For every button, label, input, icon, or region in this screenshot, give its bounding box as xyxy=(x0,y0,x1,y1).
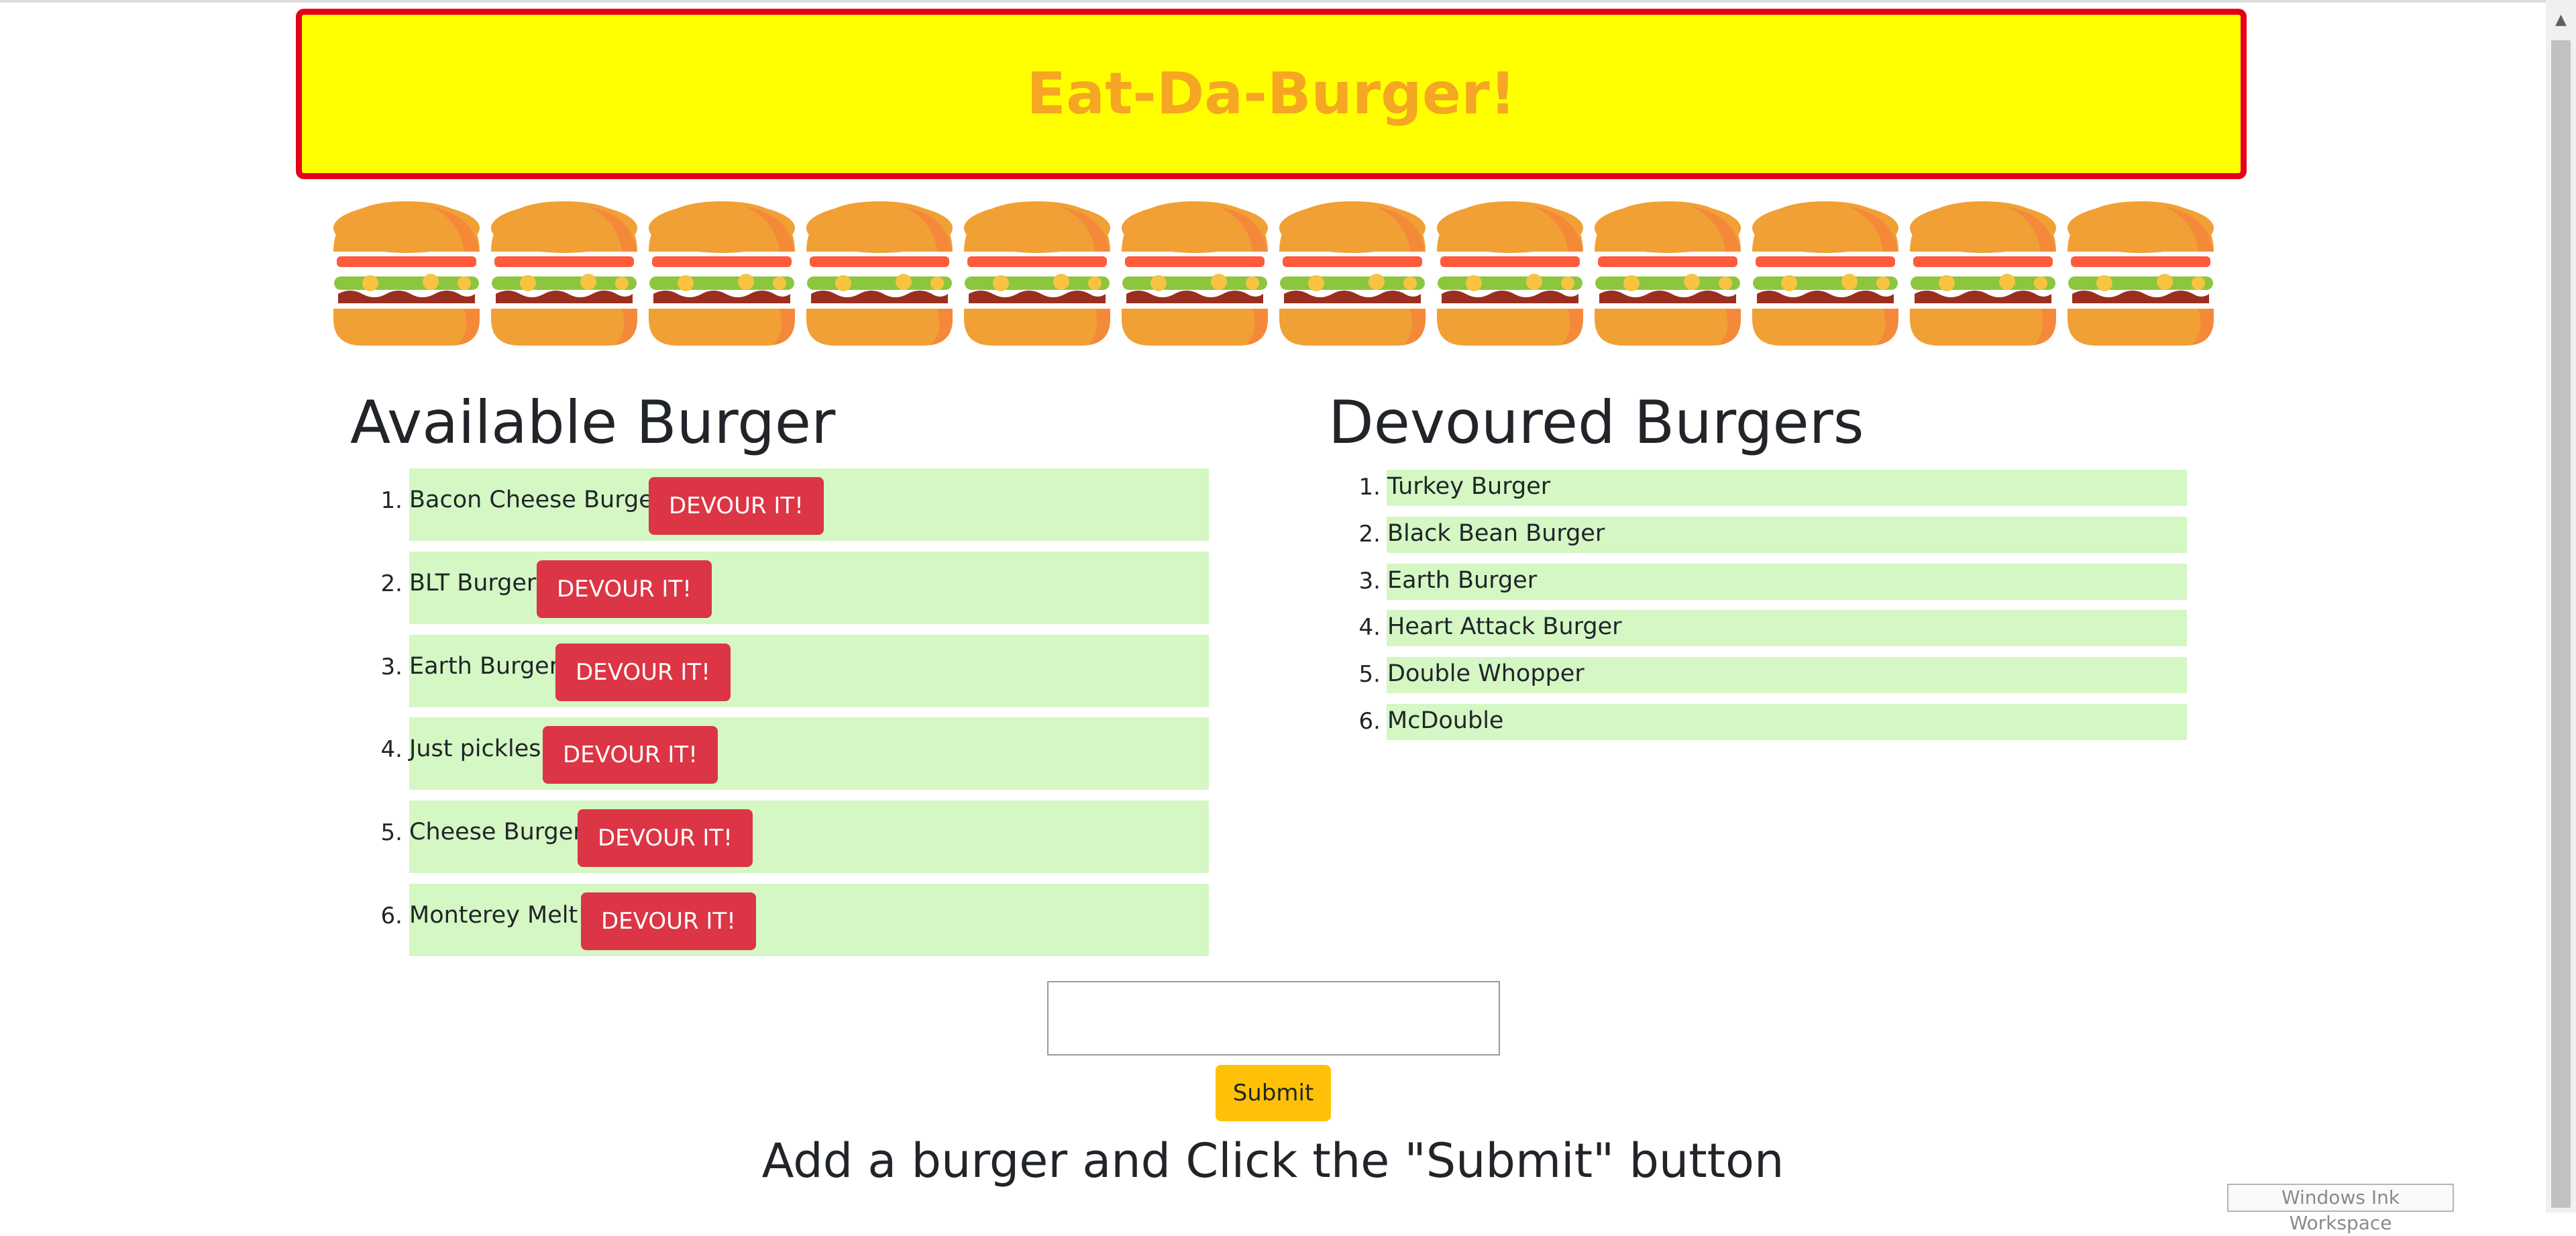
burger-name: Earth Burger xyxy=(1387,567,1538,594)
burger-name: Monterey Melt xyxy=(409,902,578,929)
burger-icon xyxy=(649,201,795,346)
list-number: 5. xyxy=(1358,661,1381,688)
burger-icon xyxy=(1279,201,1426,346)
burger-icon xyxy=(2068,201,2214,346)
list-item xyxy=(1387,704,2187,740)
burger-icon xyxy=(1752,201,1898,346)
list-number: 1. xyxy=(1358,474,1381,501)
burger-name: Heart Attack Burger xyxy=(1387,613,1622,640)
burger-icon xyxy=(1122,201,1268,346)
burger-name: BLT Burger xyxy=(409,570,537,597)
devour-button[interactable]: DEVOUR IT! xyxy=(581,892,756,950)
burger-icon xyxy=(1910,201,2056,346)
scroll-thumb[interactable] xyxy=(2551,40,2571,1208)
burger-icon xyxy=(491,201,637,346)
page-title: Eat-Da-Burger! xyxy=(1026,60,1516,127)
scroll-up-arrow-icon[interactable]: ▲ xyxy=(2546,7,2576,34)
list-number: 4. xyxy=(380,736,402,763)
list-number: 3. xyxy=(1358,568,1381,595)
devour-button[interactable]: DEVOUR IT! xyxy=(537,560,712,618)
burger-icon xyxy=(1437,201,1583,346)
list-number: 6. xyxy=(380,903,402,929)
burger-name: Black Bean Burger xyxy=(1387,520,1605,547)
top-border xyxy=(0,0,2546,3)
burger-name: Earth Burger xyxy=(409,653,559,680)
instruction-text: Add a burger and Click the "Submit" butt… xyxy=(761,1133,1784,1188)
devoured-title: Devoured Burgers xyxy=(1328,388,1864,457)
burger-banner xyxy=(330,201,2219,346)
burger-icon xyxy=(964,201,1110,346)
list-number: 6. xyxy=(1358,708,1381,735)
list-number: 1. xyxy=(380,487,402,514)
devour-button[interactable]: DEVOUR IT! xyxy=(555,643,731,701)
list-number: 5. xyxy=(380,819,402,846)
windows-ink-workspace-badge[interactable]: Windows Ink Workspace xyxy=(2227,1184,2454,1234)
list-number: 2. xyxy=(1358,521,1381,548)
header-banner: Eat-Da-Burger! xyxy=(296,9,2247,179)
burger-icon xyxy=(333,201,480,346)
list-number: 3. xyxy=(380,654,402,680)
burger-icon xyxy=(1595,201,1741,346)
burger-name: McDouble xyxy=(1387,707,1504,734)
burger-name: Cheese Burger xyxy=(409,819,583,845)
burger-name: Double Whopper xyxy=(1387,660,1585,687)
devour-button[interactable]: DEVOUR IT! xyxy=(543,726,718,784)
burger-name: Bacon Cheese Burger xyxy=(409,486,663,513)
list-number: 4. xyxy=(1358,614,1381,641)
vertical-scrollbar[interactable]: ▲ xyxy=(2546,0,2576,1213)
submit-button[interactable]: Submit xyxy=(1216,1065,1331,1121)
burger-name: Just pickles xyxy=(409,735,541,762)
burger-icon xyxy=(806,201,953,346)
devour-button[interactable]: DEVOUR IT! xyxy=(578,809,753,867)
burger-name: Turkey Burger xyxy=(1387,473,1551,500)
burger-name-input[interactable] xyxy=(1047,981,1500,1055)
devour-button[interactable]: DEVOUR IT! xyxy=(649,477,824,535)
available-title: Available Burger xyxy=(350,388,836,457)
list-number: 2. xyxy=(380,570,402,597)
